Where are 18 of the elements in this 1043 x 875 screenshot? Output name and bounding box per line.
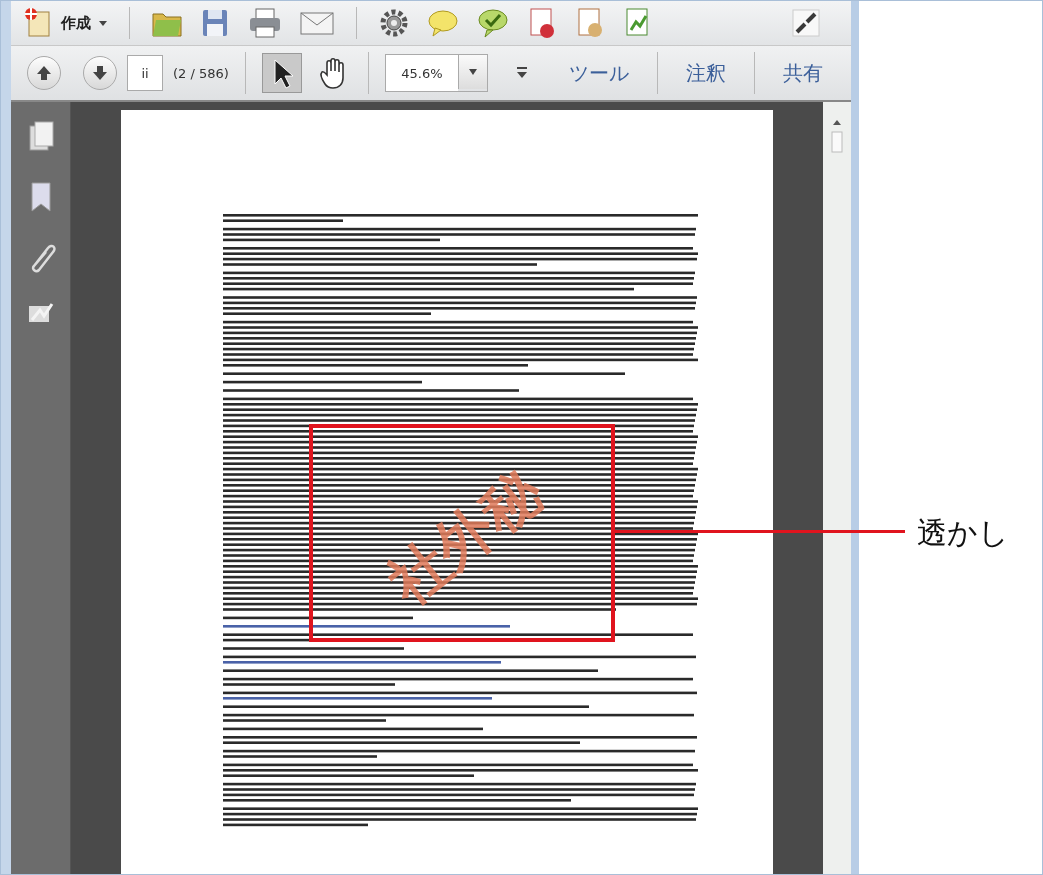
callout-label: 透かし (917, 514, 1009, 552)
arrow-up-icon (35, 64, 53, 82)
zoom-field[interactable]: 45.6% (384, 54, 488, 92)
panel-tab[interactable]: 注釈 (674, 59, 738, 87)
next-page-button[interactable] (83, 56, 117, 90)
panel-tab[interactable]: 共有 (771, 59, 835, 87)
previous-page-button[interactable] (27, 56, 61, 90)
arrow-down-icon (91, 64, 109, 82)
more-caret-icon[interactable] (515, 66, 528, 80)
page-number-field[interactable]: ii (127, 55, 163, 91)
dropdown-caret-icon (467, 68, 478, 76)
comment-check-icon[interactable] (475, 6, 511, 40)
watermark-text: 社外秘 (375, 456, 555, 618)
panel-tab[interactable]: ツール (557, 59, 641, 87)
page-count: (2 / 586) (173, 65, 229, 81)
expand-icon[interactable] (789, 6, 823, 40)
create-button[interactable]: 作成 (21, 6, 109, 40)
select-tool-button[interactable] (261, 53, 302, 93)
